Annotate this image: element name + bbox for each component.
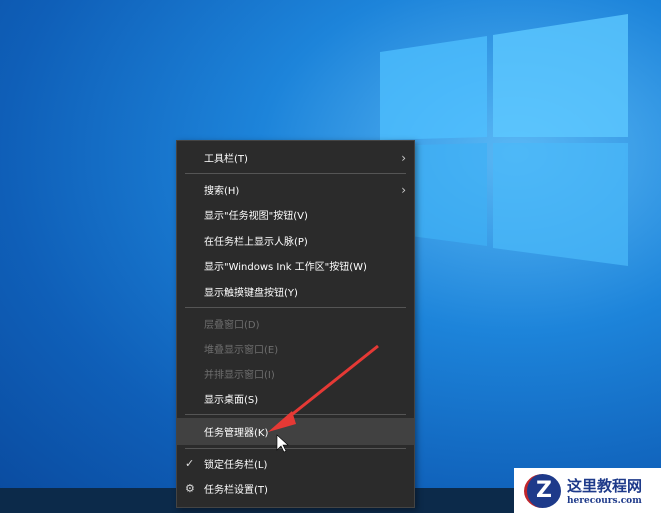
watermark-title: 这里教程网 — [567, 477, 643, 495]
arrow-head-icon — [268, 411, 296, 432]
annotation-arrow — [268, 344, 379, 453]
watermark-url: herecours.com — [567, 496, 642, 506]
watermark-logo-icon: Z — [524, 473, 561, 508]
watermark: Z 这里教程网 herecours.com — [514, 468, 661, 513]
mouse-cursor-icon — [276, 434, 289, 453]
